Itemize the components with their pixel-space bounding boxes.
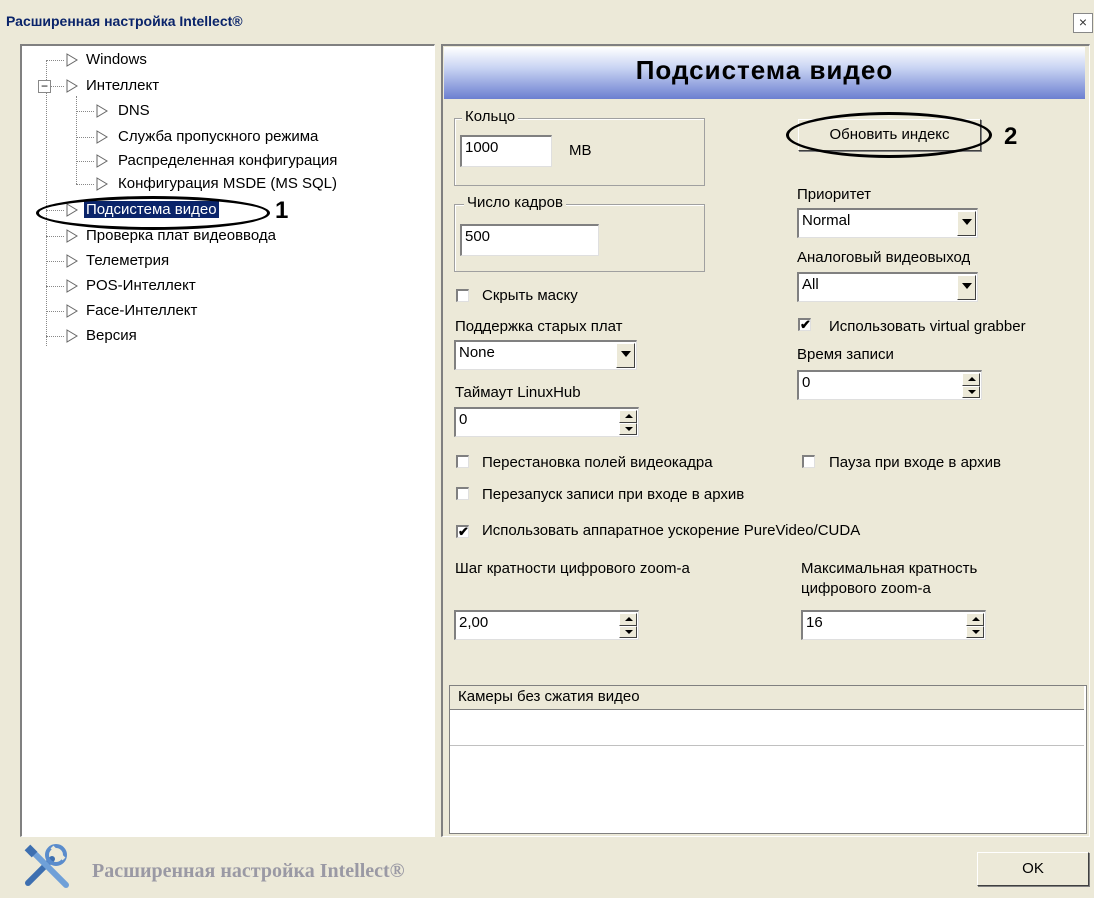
annotation-ellipse	[36, 196, 270, 230]
tree-item-windows[interactable]: Windows	[86, 51, 147, 68]
node-arrow-icon	[66, 304, 78, 318]
tree-item-distributed-config[interactable]: Распределенная конфигурация	[118, 152, 337, 169]
annotation-ellipse	[786, 112, 992, 158]
frames-input[interactable]: 500	[460, 224, 599, 256]
zoom-step-spinner[interactable]: 2,00	[454, 610, 639, 640]
tree-item-telemetry[interactable]: Телеметрия	[86, 252, 169, 269]
tree-connector	[76, 137, 94, 138]
tree-connector	[46, 336, 64, 337]
frames-label: Число кадров	[464, 194, 566, 211]
panel-title: Подсистема видео	[635, 55, 894, 85]
old-boards-value: None	[459, 344, 495, 361]
hide-mask-label: Скрыть маску	[482, 287, 578, 304]
priority-label: Приоритет	[797, 186, 871, 203]
tree-item-face-intellect[interactable]: Face-Интеллект	[86, 302, 197, 319]
analog-out-label: Аналоговый видеовыход	[797, 249, 971, 266]
node-arrow-icon	[96, 130, 108, 144]
linuxhub-value: 0	[459, 411, 468, 428]
spinner-icon[interactable]	[962, 373, 980, 398]
tree-item-access-service[interactable]: Служба пропускного режима	[118, 128, 318, 145]
node-arrow-icon	[66, 53, 78, 67]
swap-fields-label: Перестановка полей видеокадра	[482, 454, 713, 471]
analog-out-value: All	[802, 276, 819, 293]
close-button[interactable]: ×	[1073, 13, 1093, 33]
dropdown-arrow-icon[interactable]	[616, 343, 635, 368]
hw-accel-checkbox[interactable]: ✔	[456, 525, 469, 538]
node-arrow-icon	[66, 329, 78, 343]
tools-icon	[24, 844, 69, 888]
tree-connector	[76, 96, 77, 184]
node-arrow-icon	[96, 177, 108, 191]
tree-connector	[46, 261, 64, 262]
node-arrow-icon	[96, 104, 108, 118]
annotation-number: 1	[275, 197, 289, 224]
node-arrow-icon	[66, 279, 78, 293]
analog-out-select[interactable]: All	[797, 272, 978, 302]
record-time-label: Время записи	[797, 346, 894, 363]
cameras-list-header[interactable]: Камеры без сжатия видео	[450, 686, 1084, 710]
tree-item-pos-intellect[interactable]: POS-Интеллект	[86, 277, 196, 294]
tree-item-dns[interactable]: DNS	[118, 102, 150, 119]
pause-archive-label: Пауза при входе в архив	[829, 454, 1001, 471]
old-boards-select[interactable]: None	[454, 340, 637, 370]
tree-item-version[interactable]: Версия	[86, 327, 137, 344]
spinner-icon[interactable]	[619, 410, 637, 435]
zoom-max-spinner[interactable]: 16	[801, 610, 986, 640]
zoom-max-label-2: цифрового zoom-а	[801, 580, 931, 597]
zoom-max-label: Максимальная кратность	[801, 560, 978, 577]
virtual-grabber-label: Использовать virtual grabber	[829, 318, 1026, 335]
tree-connector	[46, 286, 64, 287]
node-arrow-icon	[66, 229, 78, 243]
collapse-icon[interactable]: −	[38, 80, 51, 93]
tree-connector	[46, 60, 47, 346]
tree-connector	[76, 161, 94, 162]
record-time-value: 0	[802, 374, 811, 391]
linuxhub-spinner[interactable]: 0	[454, 407, 639, 437]
dropdown-arrow-icon[interactable]	[957, 275, 976, 300]
node-arrow-icon	[66, 79, 78, 93]
priority-select[interactable]: Normal	[797, 208, 978, 238]
list-row-divider	[450, 745, 1084, 746]
restart-record-label: Перезапуск записи при входе в архив	[482, 486, 745, 503]
old-boards-label: Поддержка старых плат	[455, 318, 623, 335]
ring-input[interactable]: 1000	[460, 135, 552, 167]
tree-connector	[51, 86, 64, 87]
tree-item-capture-check[interactable]: Проверка плат видеоввода	[86, 227, 276, 244]
settings-tree[interactable]: Windows − Интеллект DNS Служба пропускно…	[20, 44, 435, 837]
linuxhub-label: Таймаут LinuxHub	[455, 384, 581, 401]
tree-connector	[76, 111, 94, 112]
hw-accel-label: Использовать аппаратное ускорение PureVi…	[482, 522, 861, 539]
tree-item-intellect[interactable]: Интеллект	[86, 77, 159, 94]
hide-mask-checkbox[interactable]	[456, 289, 469, 302]
spinner-icon[interactable]	[619, 613, 637, 638]
zoom-max-value: 16	[806, 614, 823, 631]
node-arrow-icon	[96, 154, 108, 168]
ring-unit: MB	[569, 142, 592, 159]
tree-connector	[76, 184, 94, 185]
record-time-spinner[interactable]: 0	[797, 370, 982, 400]
zoom-step-value: 2,00	[459, 614, 489, 631]
node-arrow-icon	[66, 254, 78, 268]
priority-value: Normal	[802, 212, 851, 229]
swap-fields-checkbox[interactable]	[456, 455, 469, 468]
zoom-step-label: Шаг кратности цифрового zoom-а	[455, 560, 690, 577]
restart-record-checkbox[interactable]	[456, 487, 469, 500]
tree-item-msde-config[interactable]: Конфигурация MSDE (MS SQL)	[118, 175, 337, 192]
window-title: Расширенная настройка Intellect®	[6, 13, 243, 29]
ok-button[interactable]: OK	[977, 852, 1089, 886]
tree-connector	[46, 236, 64, 237]
footer-title: Расширенная настройка Intellect®	[92, 860, 405, 882]
ring-label: Кольцо	[462, 108, 519, 125]
spinner-icon[interactable]	[966, 613, 984, 638]
virtual-grabber-checkbox[interactable]: ✔	[798, 318, 811, 331]
tree-connector	[46, 60, 64, 61]
annotation-number: 2	[1004, 123, 1018, 150]
tree-connector	[46, 311, 64, 312]
pause-archive-checkbox[interactable]	[802, 455, 815, 468]
dropdown-arrow-icon[interactable]	[957, 211, 976, 236]
